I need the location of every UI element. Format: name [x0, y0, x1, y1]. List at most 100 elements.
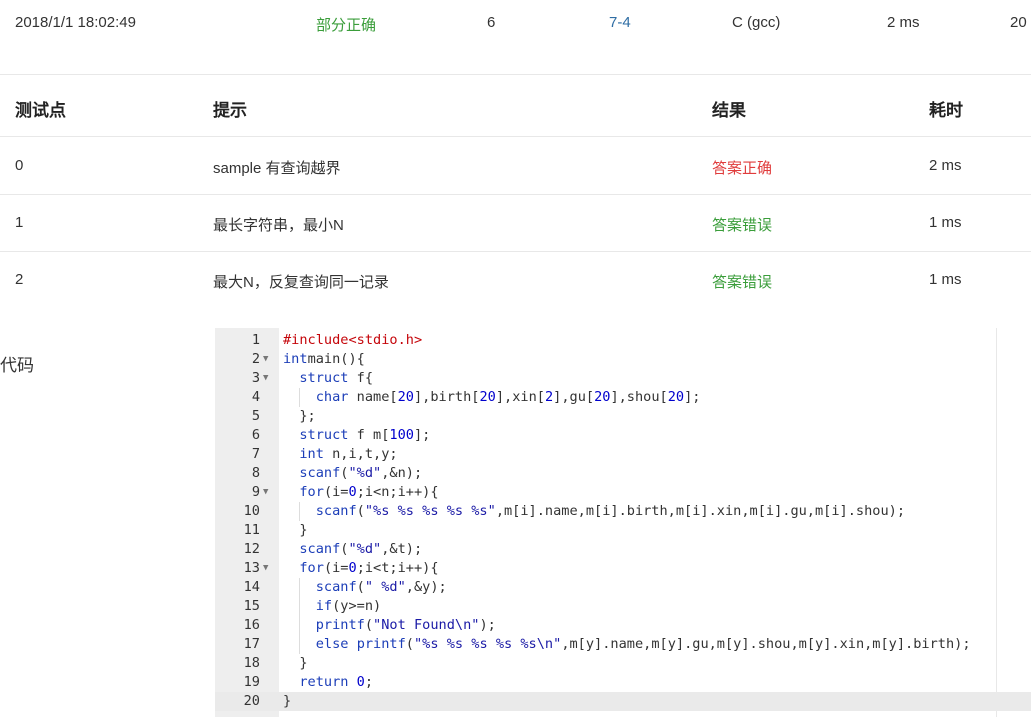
line-number: 6 — [251, 427, 260, 443]
code-text: #include<stdio.h> — [283, 331, 422, 350]
divider — [0, 74, 1031, 75]
submission-user[interactable]: 20 — [1010, 14, 1027, 31]
code-token: ( — [356, 579, 365, 595]
code-line[interactable]: 18 } — [215, 654, 1031, 673]
code-token: ],birth[ — [413, 389, 480, 405]
code-token: 0 — [348, 484, 357, 500]
line-number: 20 — [243, 693, 260, 709]
chevron-down-icon[interactable]: ▼ — [263, 483, 275, 502]
line-number: 4 — [251, 389, 260, 405]
code-token: int — [283, 351, 308, 367]
code-token: scanf — [299, 465, 341, 481]
code-line[interactable]: 14 scanf(" %d",&y); — [215, 578, 1031, 597]
code-line[interactable]: 19 return 0; — [215, 673, 1031, 692]
code-text: for(i=0;i<t;i++){ — [283, 559, 438, 578]
code-section-label: 代码 — [0, 356, 34, 375]
row-result: 答案错误 — [712, 217, 773, 234]
header-hint: 提示 — [213, 101, 247, 120]
divider — [0, 251, 1031, 252]
code-text: } — [283, 521, 308, 540]
code-token: } — [283, 655, 308, 671]
code-text: scanf("%s %s %s %s %s",m[i].name,m[i].bi… — [283, 502, 905, 521]
code-text: struct f{ — [283, 369, 373, 388]
code-token: for — [299, 560, 324, 576]
code-text: scanf("%d",&t); — [283, 540, 422, 559]
code-token: ],gu[ — [553, 389, 595, 405]
code-token: ]; — [684, 389, 701, 405]
code-text: char name[20],birth[20],xin[2],gu[20],sh… — [283, 388, 701, 407]
code-text: scanf("%d",&n); — [283, 464, 422, 483]
code-editor[interactable]: 1 #include<stdio.h> 2 ▼ intmain(){3 ▼ struct … — [215, 328, 1031, 717]
code-line[interactable]: 1 #include<stdio.h> — [215, 331, 1031, 350]
code-line[interactable]: 3 ▼ struct f{ — [215, 369, 1031, 388]
code-token: 20 — [667, 389, 685, 405]
code-token: "%s %s %s %s %s" — [364, 503, 496, 519]
code-token: 20 — [479, 389, 496, 405]
code-line[interactable]: 13 ▼ for(i=0;i<t;i++){ — [215, 559, 1031, 578]
code-line[interactable]: 15 if(y>=n) — [215, 597, 1031, 616]
code-line[interactable]: 4 char name[20],birth[20],xin[2],gu[20],… — [215, 388, 1031, 407]
line-number: 5 — [251, 408, 260, 424]
code-token: (i= — [323, 484, 349, 500]
code-line[interactable]: 17 else printf("%s %s %s %s %s\n",m[y].n… — [215, 635, 1031, 654]
code-line[interactable]: 11 } — [215, 521, 1031, 540]
submission-status[interactable]: 部分正确 — [316, 14, 376, 35]
code-token: struct — [299, 370, 349, 386]
code-token: ( — [364, 617, 374, 633]
chevron-down-icon[interactable]: ▼ — [263, 350, 275, 369]
code-token: 0 — [348, 560, 357, 576]
row-id: 2 — [15, 271, 24, 288]
code-text: scanf(" %d",&y); — [283, 578, 447, 597]
code-token: scanf — [299, 541, 341, 557]
code-token: ); — [479, 617, 496, 633]
row-result: 答案错误 — [712, 274, 773, 291]
chevron-down-icon[interactable]: ▼ — [263, 369, 275, 388]
code-token: " %d" — [364, 579, 406, 595]
line-number: 3 — [251, 370, 260, 386]
code-token: struct — [299, 427, 349, 443]
line-number: 17 — [243, 636, 260, 652]
code-token: ( — [405, 636, 414, 652]
code-token: name[ — [348, 389, 398, 405]
code-line[interactable]: 12 scanf("%d",&t); — [215, 540, 1031, 559]
code-line[interactable]: 6 struct f m[100]; — [215, 426, 1031, 445]
line-number: 12 — [243, 541, 260, 557]
code-token: scanf — [315, 503, 357, 519]
problem-link[interactable]: 7-4 — [609, 14, 631, 31]
row-id: 0 — [15, 157, 24, 174]
chevron-down-icon[interactable]: ▼ — [263, 559, 275, 578]
code-text: }; — [283, 407, 316, 426]
code-token: printf — [356, 636, 406, 652]
code-token: "%d" — [348, 465, 382, 481]
code-token: } — [283, 522, 308, 538]
code-text: for(i=0;i<n;i++){ — [283, 483, 438, 502]
row-id: 1 — [15, 214, 24, 231]
code-text: int n,i,t,y; — [283, 445, 397, 464]
code-line[interactable]: 20} — [215, 692, 1031, 711]
code-token: f m[ — [348, 427, 390, 443]
code-line[interactable]: 5 }; — [215, 407, 1031, 426]
code-token: }; — [283, 408, 316, 424]
code-text: } — [283, 654, 308, 673]
line-number: 14 — [243, 579, 260, 595]
code-line[interactable]: 16 printf("Not Found\n"); — [215, 616, 1031, 635]
code-line[interactable]: 2 ▼ intmain(){ — [215, 350, 1031, 369]
code-token: "%d" — [348, 541, 382, 557]
code-line[interactable]: 9 ▼ for(i=0;i<n;i++){ — [215, 483, 1031, 502]
code-token: 100 — [389, 427, 414, 443]
code-token: ],xin[ — [495, 389, 545, 405]
indent-guide — [299, 578, 301, 654]
code-token: (i= — [323, 560, 349, 576]
indent-guide — [299, 502, 301, 521]
code-token: "Not Found\n" — [373, 617, 480, 633]
code-line[interactable]: 7 int n,i,t,y; — [215, 445, 1031, 464]
line-number: 16 — [243, 617, 260, 633]
code-token: 0 — [356, 674, 365, 690]
code-line[interactable]: 8 scanf("%d",&n); — [215, 464, 1031, 483]
code-token: ,m[y].name,m[y].gu,m[y].shou,m[y].xin,m[… — [561, 636, 971, 652]
code-line[interactable]: 10 scanf("%s %s %s %s %s",m[i].name,m[i]… — [215, 502, 1031, 521]
